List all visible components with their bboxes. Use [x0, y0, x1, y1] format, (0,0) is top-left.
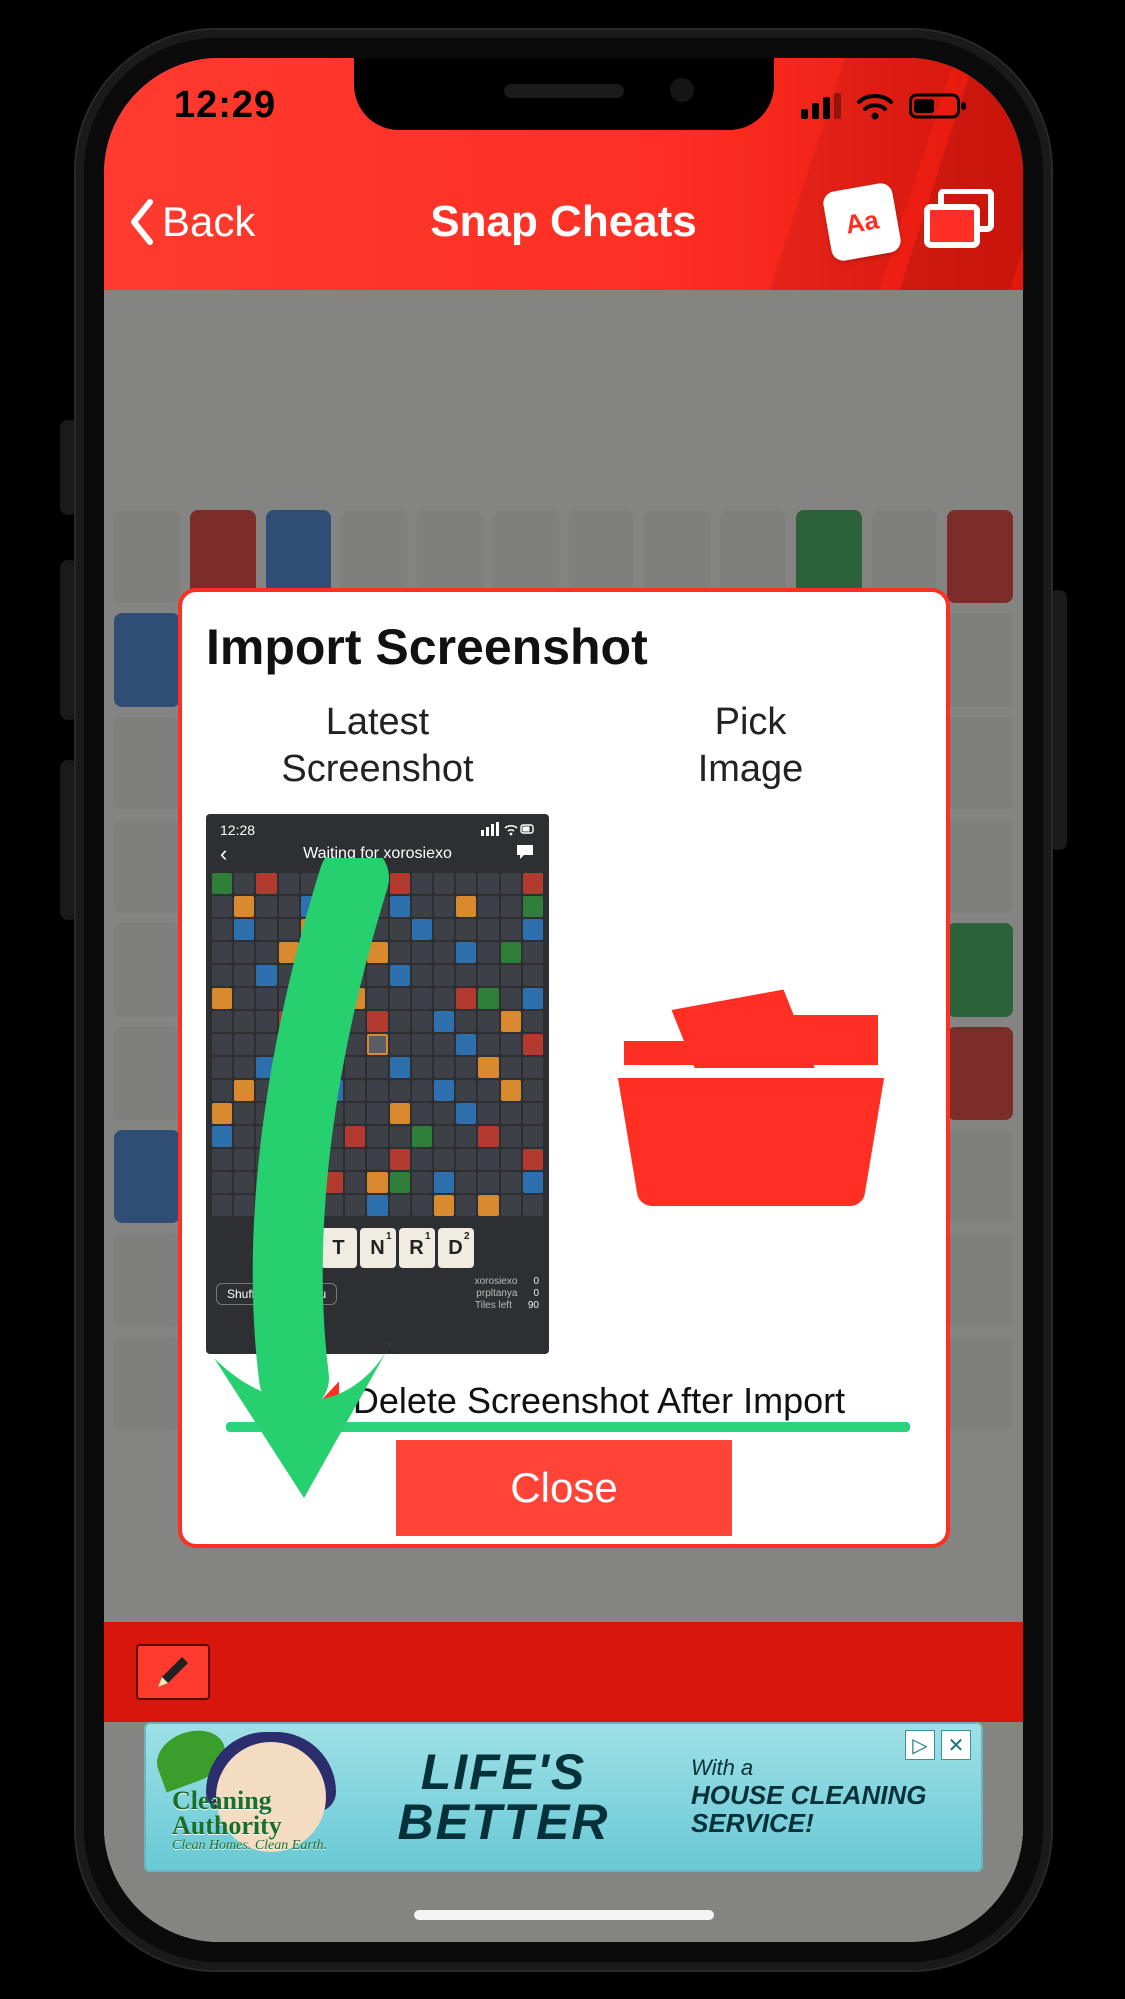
folder-icon	[606, 961, 896, 1211]
screen: 12:29 Back Snap	[104, 58, 1023, 1942]
modal-title: Import Screenshot	[206, 618, 922, 676]
ad-brand: CleaningAuthority Clean Homes. Clean Ear…	[172, 1789, 327, 1852]
latest-screenshot-label: LatestScreenshot	[206, 696, 549, 796]
pick-image-label: PickImage	[579, 696, 922, 796]
edit-bar	[104, 1622, 1023, 1722]
windows-icon	[923, 189, 995, 249]
back-button[interactable]: Back	[104, 198, 255, 246]
dictionary-button[interactable]: Aa	[821, 181, 902, 262]
checkbox-checked-icon	[283, 1381, 339, 1421]
phone-frame: 12:29 Back Snap	[76, 30, 1051, 1970]
rack-tile: N1	[360, 1228, 396, 1268]
thumb-chat-icon	[515, 843, 535, 866]
page-title: Snap Cheats	[430, 197, 697, 247]
thumb-header: Waiting for xorosiexo	[303, 845, 452, 863]
pencil-icon	[152, 1651, 194, 1693]
import-screenshot-modal: Import Screenshot LatestScreenshot 12:28	[178, 588, 950, 1548]
pick-image-option[interactable]: PickImage	[579, 696, 922, 1370]
app-nav: Back Snap Cheats Aa	[104, 153, 1023, 290]
delete-after-import-label: Delete Screenshot After Import	[353, 1380, 845, 1422]
notch	[354, 58, 774, 130]
ad-headline: LIFE'SBETTER	[316, 1747, 691, 1847]
rack-tile: T	[321, 1228, 357, 1268]
thumb-status-icons	[481, 822, 535, 839]
cellular-icon	[801, 93, 841, 119]
edit-button[interactable]	[136, 1644, 210, 1700]
battery-icon	[909, 92, 967, 120]
rack-tile: C4	[282, 1228, 318, 1268]
ad-play-icon[interactable]: ▷	[905, 1730, 935, 1760]
delete-after-import-checkbox[interactable]: Delete Screenshot After Import	[206, 1380, 922, 1422]
rack-tile: R1	[399, 1228, 435, 1268]
thumb-shuffle-button: Shuffle	[216, 1283, 275, 1305]
thumb-back-icon: ‹	[220, 841, 227, 867]
status-time: 12:29	[160, 84, 276, 127]
dictionary-icon: Aa	[843, 203, 881, 239]
rack-tile: D2	[438, 1228, 474, 1268]
latest-screenshot-option[interactable]: LatestScreenshot 12:28 ‹ Waiting for xor…	[206, 696, 549, 1370]
thumb-score-stats: xorosiexo0 prpltanya0 Tiles left90	[475, 1276, 539, 1312]
phone-side-button	[1049, 590, 1067, 850]
thumb-time: 12:28	[220, 822, 255, 839]
wifi-icon	[855, 92, 895, 120]
home-indicator[interactable]	[414, 1910, 714, 1920]
ad-banner[interactable]: ▷ ✕ CleaningAuthority Clean Homes. Clean…	[144, 1722, 983, 1872]
back-label: Back	[162, 198, 255, 246]
windows-button[interactable]	[923, 189, 995, 254]
annotation-underline	[226, 1422, 910, 1432]
ad-close-icon[interactable]: ✕	[941, 1730, 971, 1760]
close-button[interactable]: Close	[420, 1450, 707, 1526]
chevron-left-icon	[128, 198, 156, 246]
latest-screenshot-thumbnail: 12:28 ‹ Waiting for xorosiexo	[206, 814, 549, 1354]
thumb-menu-button: Menu	[285, 1283, 337, 1305]
ad-pitch: With a HOUSE CLEANING SERVICE!	[691, 1756, 981, 1837]
